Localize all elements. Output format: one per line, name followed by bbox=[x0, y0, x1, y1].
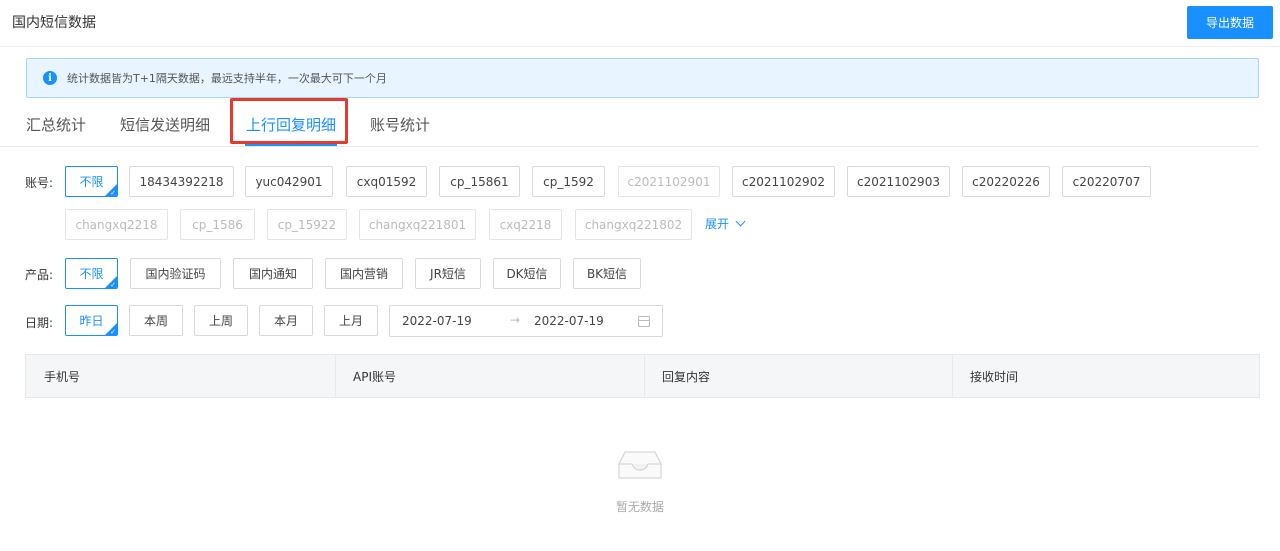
export-data-button[interactable]: 导出数据 bbox=[1187, 6, 1273, 39]
check-icon: ✓ bbox=[110, 189, 116, 197]
date-range-arrow: → bbox=[510, 313, 521, 327]
column-header-receive-time: 接收时间 bbox=[970, 370, 1019, 384]
account-option[interactable]: c2021102902 bbox=[732, 166, 835, 197]
account-option-disabled: c2021102901 bbox=[618, 166, 720, 197]
chip-label: 不限 bbox=[79, 267, 104, 281]
tab-upstream-reply-detail[interactable]: 上行回复明细 bbox=[246, 114, 336, 135]
empty-text: 暂无数据 bbox=[615, 500, 664, 514]
account-option[interactable]: 18434392218 bbox=[129, 166, 234, 197]
column-header-api-account: API账号 bbox=[353, 370, 396, 384]
account-option-disabled: changxq221801 bbox=[359, 209, 476, 240]
column-header-reply-content: 回复内容 bbox=[662, 370, 711, 384]
calendar-icon[interactable] bbox=[638, 316, 650, 327]
account-option[interactable]: cp_15861 bbox=[439, 166, 520, 197]
product-filter-label: 产品: bbox=[25, 268, 54, 282]
account-option[interactable]: yuc042901 bbox=[245, 166, 333, 197]
account-option[interactable]: c20220226 bbox=[962, 166, 1050, 197]
chevron-down-icon bbox=[735, 216, 746, 227]
empty-inbox-icon bbox=[617, 448, 663, 480]
account-option-disabled: cxq2218 bbox=[489, 209, 562, 240]
table-header: 手机号 API账号 回复内容 接收时间 bbox=[25, 354, 1260, 398]
account-option[interactable]: c2021102903 bbox=[847, 166, 950, 197]
date-option-yesterday[interactable]: 昨日 ✓ bbox=[65, 305, 118, 336]
tab-summary-stats[interactable]: 汇总统计 bbox=[26, 114, 86, 135]
product-option[interactable]: 国内通知 bbox=[233, 258, 313, 289]
date-range-end[interactable]: 2022-07-19 bbox=[534, 314, 604, 328]
column-divider bbox=[335, 355, 336, 397]
account-filter-label: 账号: bbox=[25, 176, 54, 190]
account-option[interactable]: cp_1592 bbox=[532, 166, 605, 197]
info-notice: i 统计数据皆为T+1隔天数据，最远支持半年，一次最大可下一个月 bbox=[26, 58, 1259, 98]
chip-label: 不限 bbox=[79, 175, 104, 189]
account-option[interactable]: cxq01592 bbox=[346, 166, 427, 197]
info-icon: i bbox=[43, 71, 57, 85]
active-tab-indicator bbox=[245, 144, 337, 146]
account-option-disabled: cp_15922 bbox=[267, 209, 347, 240]
date-option-last-week[interactable]: 上周 bbox=[194, 305, 248, 336]
page-title: 国内短信数据 bbox=[12, 15, 96, 31]
column-header-phone: 手机号 bbox=[44, 370, 81, 384]
empty-state: 暂无数据 bbox=[612, 448, 668, 515]
product-option[interactable]: 国内营销 bbox=[325, 258, 403, 289]
product-option[interactable]: DK短信 bbox=[493, 258, 561, 289]
date-option-this-month[interactable]: 本月 bbox=[259, 305, 313, 336]
tab-sms-send-detail[interactable]: 短信发送明细 bbox=[120, 114, 210, 135]
account-option[interactable]: c20220707 bbox=[1062, 166, 1151, 197]
column-divider bbox=[644, 355, 645, 397]
date-option-this-week[interactable]: 本周 bbox=[129, 305, 183, 336]
date-range-start[interactable]: 2022-07-19 bbox=[402, 314, 472, 328]
chip-label: 昨日 bbox=[79, 314, 104, 328]
product-option-unlimited[interactable]: 不限 ✓ bbox=[65, 258, 118, 289]
product-option[interactable]: 国内验证码 bbox=[130, 258, 221, 289]
account-option-disabled: changxq2218 bbox=[65, 209, 168, 240]
date-range-picker[interactable]: 2022-07-19 → 2022-07-19 bbox=[389, 305, 663, 337]
account-option-disabled: changxq221802 bbox=[575, 209, 692, 240]
product-option[interactable]: JR短信 bbox=[415, 258, 481, 289]
page-header: 国内短信数据 导出数据 bbox=[0, 0, 1280, 47]
expand-accounts-toggle[interactable]: 展开 bbox=[705, 215, 746, 232]
date-option-last-month[interactable]: 上月 bbox=[324, 305, 378, 336]
expand-label: 展开 bbox=[705, 217, 730, 231]
account-option-disabled: cp_1586 bbox=[180, 209, 255, 240]
tab-account-stats[interactable]: 账号统计 bbox=[370, 114, 430, 135]
tab-bar: 汇总统计 短信发送明细 上行回复明细 账号统计 bbox=[0, 100, 1259, 147]
check-icon: ✓ bbox=[110, 328, 116, 336]
notice-text: 统计数据皆为T+1隔天数据，最远支持半年，一次最大可下一个月 bbox=[67, 72, 387, 85]
account-option-unlimited[interactable]: 不限 ✓ bbox=[65, 166, 118, 197]
date-filter-label: 日期: bbox=[25, 316, 54, 330]
check-icon: ✓ bbox=[110, 281, 116, 289]
product-option[interactable]: BK短信 bbox=[573, 258, 641, 289]
column-divider bbox=[952, 355, 953, 397]
